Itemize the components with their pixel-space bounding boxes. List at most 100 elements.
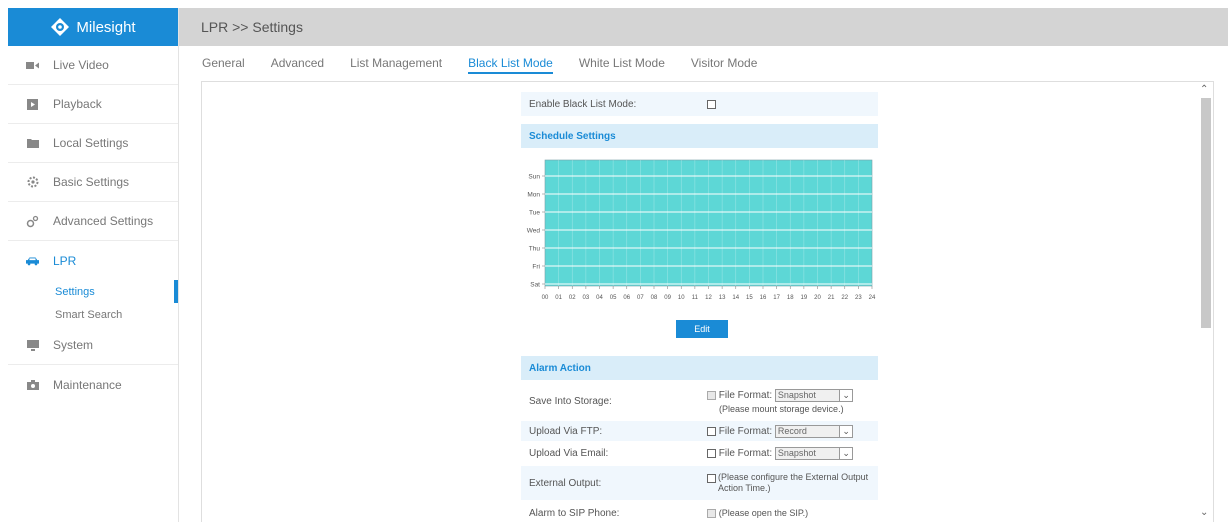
external-output-note: (Please configure the External Output Ac… <box>718 472 869 493</box>
hour-label: 10 <box>678 295 685 301</box>
scrollbar-thumb[interactable] <box>1201 98 1211 328</box>
sidebar-item-system[interactable]: System <box>8 326 178 365</box>
day-label: Fri <box>532 264 540 271</box>
edit-schedule-label: Edit <box>694 324 710 334</box>
hour-label: 11 <box>692 295 699 301</box>
hour-label: 17 <box>773 295 780 301</box>
chevron-down-icon: ⌄ <box>842 389 850 400</box>
save-into-storage-label: Save Into Storage: <box>529 395 612 407</box>
day-label: Mon <box>527 192 540 199</box>
breadcrumb-text: LPR >> Settings <box>201 19 303 35</box>
tab-black-list-mode[interactable]: Black List Mode <box>468 52 553 74</box>
hour-label: 02 <box>569 295 576 301</box>
hour-label: 18 <box>787 295 794 301</box>
hour-label: 01 <box>555 295 562 301</box>
hour-label: 16 <box>760 295 767 301</box>
hour-label: 05 <box>610 295 617 301</box>
sidebar-item-lpr[interactable]: LPR <box>8 241 178 280</box>
alarm-to-sip-phone-row: Alarm to SIP Phone: (Please open the SIP… <box>521 505 878 522</box>
folder-icon <box>26 137 39 150</box>
hour-label: 07 <box>637 295 644 301</box>
day-label: Sun <box>528 174 540 181</box>
file-format-label: File Format: <box>718 425 773 437</box>
select-value: Snapshot <box>777 389 816 400</box>
sidebar-item-label: Playback <box>53 97 102 111</box>
sidebar-item-basic-settings[interactable]: Basic Settings <box>8 163 178 202</box>
sip-note: (Please open the SIP.) <box>718 508 809 518</box>
sidebar-subitem-settings[interactable]: Settings <box>8 280 178 303</box>
sidebar-item-label: System <box>53 338 94 352</box>
sidebar: Milesight Live Video Playback Local Sett… <box>8 8 179 522</box>
save-into-storage-checkbox[interactable] <box>707 390 716 400</box>
chevron-down-icon: ⌄ <box>842 447 850 458</box>
schedule-settings-header: Schedule Settings <box>521 124 878 148</box>
sidebar-item-label: Basic Settings <box>53 175 130 189</box>
sidebar-subitem-label: Settings <box>55 285 95 298</box>
alarm-action-header: Alarm Action <box>521 356 878 380</box>
upload-via-ftp-format-select[interactable]: Record ⌄ <box>774 424 853 438</box>
external-output-label: External Output: <box>529 477 602 489</box>
tab-white-list-mode[interactable]: White List Mode <box>579 52 665 74</box>
schedule-settings-title: Schedule Settings <box>529 130 616 142</box>
hour-label: 03 <box>583 295 590 301</box>
external-output-row: External Output: (Please configure the E… <box>521 466 878 500</box>
gear-icon <box>26 176 39 189</box>
hour-label: 00 <box>542 295 549 301</box>
sidebar-item-live-video[interactable]: Live Video <box>8 46 178 85</box>
hour-label: 24 <box>869 295 876 301</box>
hour-label: 20 <box>814 295 821 301</box>
sidebar-item-playback[interactable]: Playback <box>8 85 178 124</box>
storage-note: (Please mount storage device.) <box>719 403 844 414</box>
scroll-down-icon[interactable]: ⌄ <box>1200 507 1208 518</box>
hour-label: 14 <box>732 295 739 301</box>
sidebar-item-maintenance[interactable]: Maintenance <box>8 365 178 404</box>
upload-via-email-format-select[interactable]: Snapshot ⌄ <box>774 446 853 460</box>
select-value: Record <box>777 425 807 436</box>
camera-icon <box>26 378 39 391</box>
sidebar-subitem-smart-search[interactable]: Smart Search <box>8 303 178 326</box>
file-format-label: File Format: <box>718 389 773 401</box>
upload-via-email-checkbox[interactable] <box>707 448 716 458</box>
enable-black-list-label: Enable Black List Mode: <box>529 98 637 110</box>
brand-logo: Milesight <box>8 8 178 46</box>
sidebar-item-label: Maintenance <box>53 377 122 392</box>
sidebar-item-advanced-settings[interactable]: Advanced Settings <box>8 202 178 241</box>
scrollbar[interactable]: ⌃ ⌄ <box>1199 84 1213 522</box>
day-label: Tue <box>529 210 540 217</box>
alarm-to-sip-phone-checkbox[interactable] <box>707 508 716 518</box>
sidebar-subitem-label: Smart Search <box>55 308 123 321</box>
schedule-grid[interactable]: Sun Mon Tue Wed Thu Fri Sat00 01 02 03 04 05 06 07 08 0… <box>521 150 878 320</box>
upload-via-email-row: Upload Via Email: File Format: Snapshot ⌄ <box>521 443 878 463</box>
select-value: Snapshot <box>777 447 816 458</box>
tab-bar: General Advanced List Management Black L… <box>202 48 783 78</box>
save-into-storage-row: Save Into Storage: File Format: Snapshot… <box>521 383 878 419</box>
tab-general[interactable]: General <box>202 52 245 74</box>
enable-black-list-row: Enable Black List Mode: <box>521 92 878 116</box>
gears-icon <box>26 215 39 228</box>
hour-label: 19 <box>801 295 808 301</box>
enable-black-list-checkbox[interactable] <box>707 99 716 109</box>
alarm-action-title: Alarm Action <box>529 362 591 374</box>
sidebar-item-local-settings[interactable]: Local Settings <box>8 124 178 163</box>
playback-icon <box>26 98 39 111</box>
hour-label: 12 <box>705 295 712 301</box>
hour-label: 13 <box>719 295 726 301</box>
hour-label: 15 <box>746 295 753 301</box>
hour-label: 04 <box>596 295 603 301</box>
tab-list-management[interactable]: List Management <box>350 52 442 74</box>
scroll-up-icon[interactable]: ⌃ <box>1200 84 1208 95</box>
monitor-icon <box>26 339 39 352</box>
save-into-storage-format-select[interactable]: Snapshot ⌄ <box>774 388 853 402</box>
external-output-checkbox[interactable] <box>707 474 716 483</box>
sidebar-item-label: LPR <box>53 253 77 268</box>
breadcrumb: LPR >> Settings <box>179 8 1228 46</box>
tab-visitor-mode[interactable]: Visitor Mode <box>691 52 757 74</box>
sidebar-item-label: Local Settings <box>53 136 129 150</box>
edit-schedule-button[interactable]: Edit <box>676 320 728 338</box>
upload-via-email-label: Upload Via Email: <box>529 447 609 459</box>
app-window: Milesight Live Video Playback Local Sett… <box>0 0 1228 522</box>
day-label: Wed <box>527 228 541 235</box>
upload-via-ftp-checkbox[interactable] <box>707 426 716 436</box>
tab-advanced[interactable]: Advanced <box>271 52 324 74</box>
day-label: Thu <box>529 246 541 253</box>
